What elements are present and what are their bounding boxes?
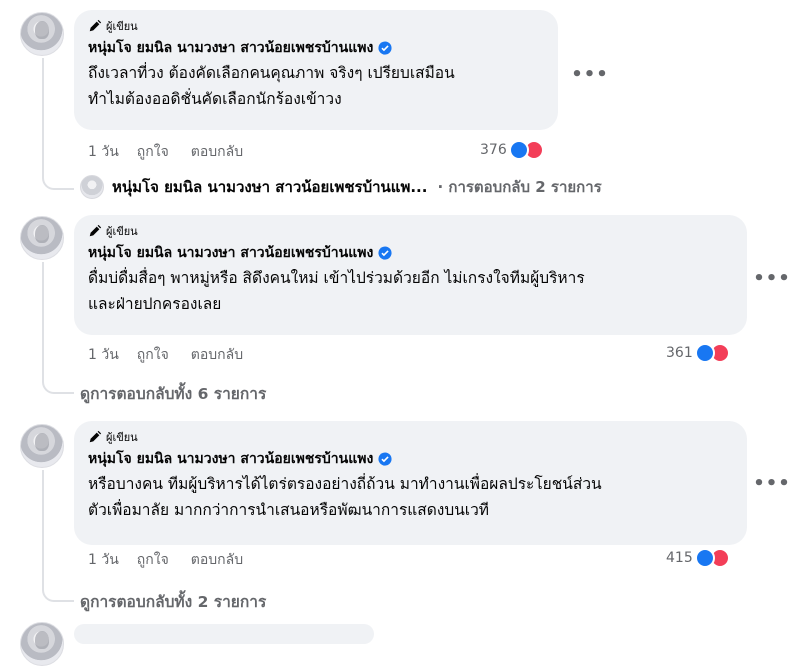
- verified-badge-icon: [378, 246, 392, 260]
- comment-bubble: ผู้เขียน หนุ่มโจ ยมนิล นามวงษา สาวน้อยเพ…: [74, 215, 747, 335]
- avatar[interactable]: [20, 424, 64, 468]
- verified-badge-icon: [378, 41, 392, 55]
- author-badge-label: ผู้เขียน: [106, 225, 138, 238]
- verified-badge-icon: [378, 452, 392, 466]
- view-replies-link[interactable]: ดูการตอบกลับทั้ง 2 รายการ: [80, 589, 266, 614]
- thread-curve: [42, 586, 74, 602]
- pencil-icon: [89, 430, 102, 443]
- comment-bubble: [74, 624, 374, 644]
- thread-line: [42, 470, 44, 588]
- reply-button[interactable]: ตอบกลับ: [191, 344, 243, 366]
- pencil-icon: [89, 224, 102, 237]
- like-button[interactable]: ถูกใจ: [137, 344, 169, 366]
- thread-line: [42, 262, 44, 378]
- thread-curve: [42, 378, 74, 394]
- commenter-name[interactable]: หนุ่มโจ ยมนิล นามวงษา สาวน้อยเพชรบ้านแพง: [88, 448, 373, 470]
- commenter-name[interactable]: หนุ่มโจ ยมนิล นามวงษา สาวน้อยเพชรบ้านแพง: [88, 37, 373, 59]
- commenter-name[interactable]: หนุ่มโจ ยมนิล นามวงษา สาวน้อยเพชรบ้านแพง: [88, 242, 373, 264]
- reaction-summary[interactable]: 415: [666, 548, 730, 568]
- avatar[interactable]: [20, 216, 64, 260]
- comment-actions: 1 วัน ถูกใจ ตอบกลับ: [88, 550, 265, 570]
- comment-time[interactable]: 1 วัน: [88, 141, 119, 163]
- comment-bubble: ผู้เขียน หนุ่มโจ ยมนิล นามวงษา สาวน้อยเพ…: [74, 10, 558, 130]
- like-button[interactable]: ถูกใจ: [137, 549, 169, 571]
- thread-line: [42, 58, 44, 176]
- comment-text-line: ดื่มบ่ดื่มสื่อๆ พาหมู่หรือ สิดึงคนใหม่ เ…: [88, 269, 585, 287]
- like-button[interactable]: ถูกใจ: [137, 141, 169, 163]
- reply-preview[interactable]: หนุ่มโจ ยมนิล นามวงษา สาวน้อยเพชรบ้านแพ.…: [80, 175, 602, 199]
- like-reaction-icon: [694, 343, 715, 363]
- reaction-count: 415: [666, 550, 693, 566]
- author-badge: ผู้เขียน: [88, 429, 735, 445]
- like-reaction-icon: [694, 548, 715, 568]
- reply-preview-count: · การตอบกลับ 2 รายการ: [437, 178, 602, 196]
- author-badge: ผู้เขียน: [88, 223, 735, 239]
- comment-actions: 1 วัน ถูกใจ ตอบกลับ: [88, 345, 265, 365]
- author-badge-label: ผู้เขียน: [106, 431, 138, 444]
- comment-text-line: ถึงเวลาที่วง ต้องคัดเลือกคนคุณภาพ จริงๆ …: [88, 64, 455, 82]
- comment-text-line: และฝ่ายปกครองเลย: [88, 295, 222, 313]
- author-badge-label: ผู้เขียน: [106, 20, 138, 33]
- comment-text-line: ตัวเพื่อมาลัย มากกว่าการนำเสนอหรือพัฒนาก…: [88, 501, 490, 519]
- reaction-count: 361: [666, 345, 693, 361]
- comment-bubble: ผู้เขียน หนุ่มโจ ยมนิล นามวงษา สาวน้อยเพ…: [74, 421, 747, 545]
- reaction-summary[interactable]: 376: [480, 140, 544, 160]
- more-options-icon[interactable]: •••: [571, 64, 608, 85]
- avatar: [80, 175, 104, 199]
- more-options-icon[interactable]: •••: [753, 268, 790, 289]
- pencil-icon: [89, 19, 102, 32]
- thread-curve: [42, 174, 74, 190]
- comment-time[interactable]: 1 วัน: [88, 549, 119, 571]
- more-options-icon[interactable]: •••: [753, 473, 790, 494]
- author-badge: ผู้เขียน: [88, 18, 546, 34]
- reply-preview-name: หนุ่มโจ ยมนิล นามวงษา สาวน้อยเพชรบ้านแพ.…: [112, 178, 428, 196]
- comment-text-line: ทำไมต้องออดิชั่นคัดเลือกนักร้องเข้าวง: [88, 90, 342, 108]
- avatar[interactable]: [20, 12, 64, 56]
- like-reaction-icon: [508, 140, 529, 160]
- reply-button[interactable]: ตอบกลับ: [191, 141, 243, 163]
- reaction-summary[interactable]: 361: [666, 343, 730, 363]
- reply-button[interactable]: ตอบกลับ: [191, 549, 243, 571]
- reaction-count: 376: [480, 142, 507, 158]
- comment-time[interactable]: 1 วัน: [88, 344, 119, 366]
- comment-actions: 1 วัน ถูกใจ ตอบกลับ: [88, 142, 265, 162]
- comment-text-line: หรือบางคน ทีมผู้บริหารได้ไตร่ตรองอย่างถี…: [88, 475, 602, 493]
- view-replies-link[interactable]: ดูการตอบกลับทั้ง 6 รายการ: [80, 381, 266, 406]
